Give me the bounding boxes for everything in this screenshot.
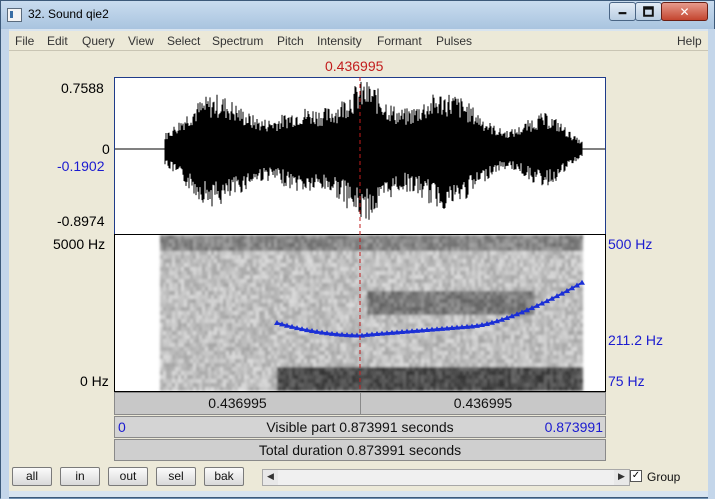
window-frame-left [1,29,9,499]
spectrogram-freq-max-label: 5000 Hz [53,236,105,252]
maximize-button[interactable]: 🗖 [635,2,662,21]
selection-time-bar[interactable]: 0.436995 0.436995 [114,392,606,415]
visible-part-label: Visible part 0.873991 seconds [175,417,545,437]
close-button[interactable]: ✕ [661,2,708,21]
menu-bar: File Edit Query View Select Spectrum Pit… [9,31,708,51]
waveform-max-label: 0.7588 [61,80,104,96]
time-scrollbar[interactable]: ◀ ▶ [262,469,630,486]
menu-spectrum[interactable]: Spectrum [212,34,263,48]
menu-pitch[interactable]: Pitch [277,34,304,48]
scroll-left-arrow-icon[interactable]: ◀ [263,470,278,485]
menu-view[interactable]: View [128,34,154,48]
cursor-time-label: 0.436995 [325,58,383,74]
visible-end-label: 0.873991 [535,417,603,437]
window-title: 32. Sound qie2 [28,7,109,21]
scroll-right-arrow-icon[interactable]: ▶ [614,470,629,485]
praat-sound-window: 32. Sound qie2 🗕 🗖 ✕ File Edit Query Vie… [0,0,715,498]
window-frame-right [708,29,715,499]
zoom-back-button[interactable]: bak [204,467,244,486]
waveform-panel[interactable] [114,77,606,235]
zoom-in-button[interactable]: in [60,467,100,486]
menu-file[interactable]: File [15,34,34,48]
waveform-zero-label: 0 [102,141,110,157]
menu-help[interactable]: Help [677,34,702,48]
waveform-trace [115,82,604,220]
menu-intensity[interactable]: Intensity [317,34,362,48]
bottom-toolbar: all in out sel bak ◀ ▶ ✓ Group [9,461,708,491]
menu-edit[interactable]: Edit [47,34,68,48]
time-segment-right[interactable]: 0.436995 [361,393,605,414]
pitch-min-label: 75 Hz [608,373,645,389]
zoom-selection-button[interactable]: sel [156,467,196,486]
menu-formant[interactable]: Formant [377,34,422,48]
window-icon [7,8,22,22]
pitch-max-label: 500 Hz [608,236,652,252]
visible-part-bar[interactable]: 0 Visible part 0.873991 seconds 0.873991 [114,416,606,438]
title-bar[interactable]: 32. Sound qie2 🗕 🗖 ✕ [1,1,714,29]
minimize-button[interactable]: 🗕 [609,2,636,21]
group-checkbox-label: Group [647,470,680,484]
spectrogram-freq-min-label: 0 Hz [80,373,109,389]
menu-query[interactable]: Query [82,34,115,48]
zoom-all-button[interactable]: all [12,467,52,486]
total-duration-label: Total duration 0.873991 seconds [115,440,605,460]
group-checkbox[interactable]: ✓ [630,470,642,482]
total-duration-bar[interactable]: Total duration 0.873991 seconds [114,439,606,461]
waveform-cursor-value-label: -0.1902 [57,158,104,174]
visible-start-label: 0 [118,417,138,437]
waveform-min-label: -0.8974 [57,213,104,229]
menu-pulses[interactable]: Pulses [436,34,472,48]
spectrogram-panel[interactable] [114,234,606,392]
waveform-plot [115,78,605,234]
time-segment-left[interactable]: 0.436995 [115,393,361,414]
pitch-cursor-label: 211.2 Hz [608,332,663,348]
spectrogram-plot [115,235,605,391]
zoom-out-button[interactable]: out [108,467,148,486]
menu-select[interactable]: Select [167,34,200,48]
